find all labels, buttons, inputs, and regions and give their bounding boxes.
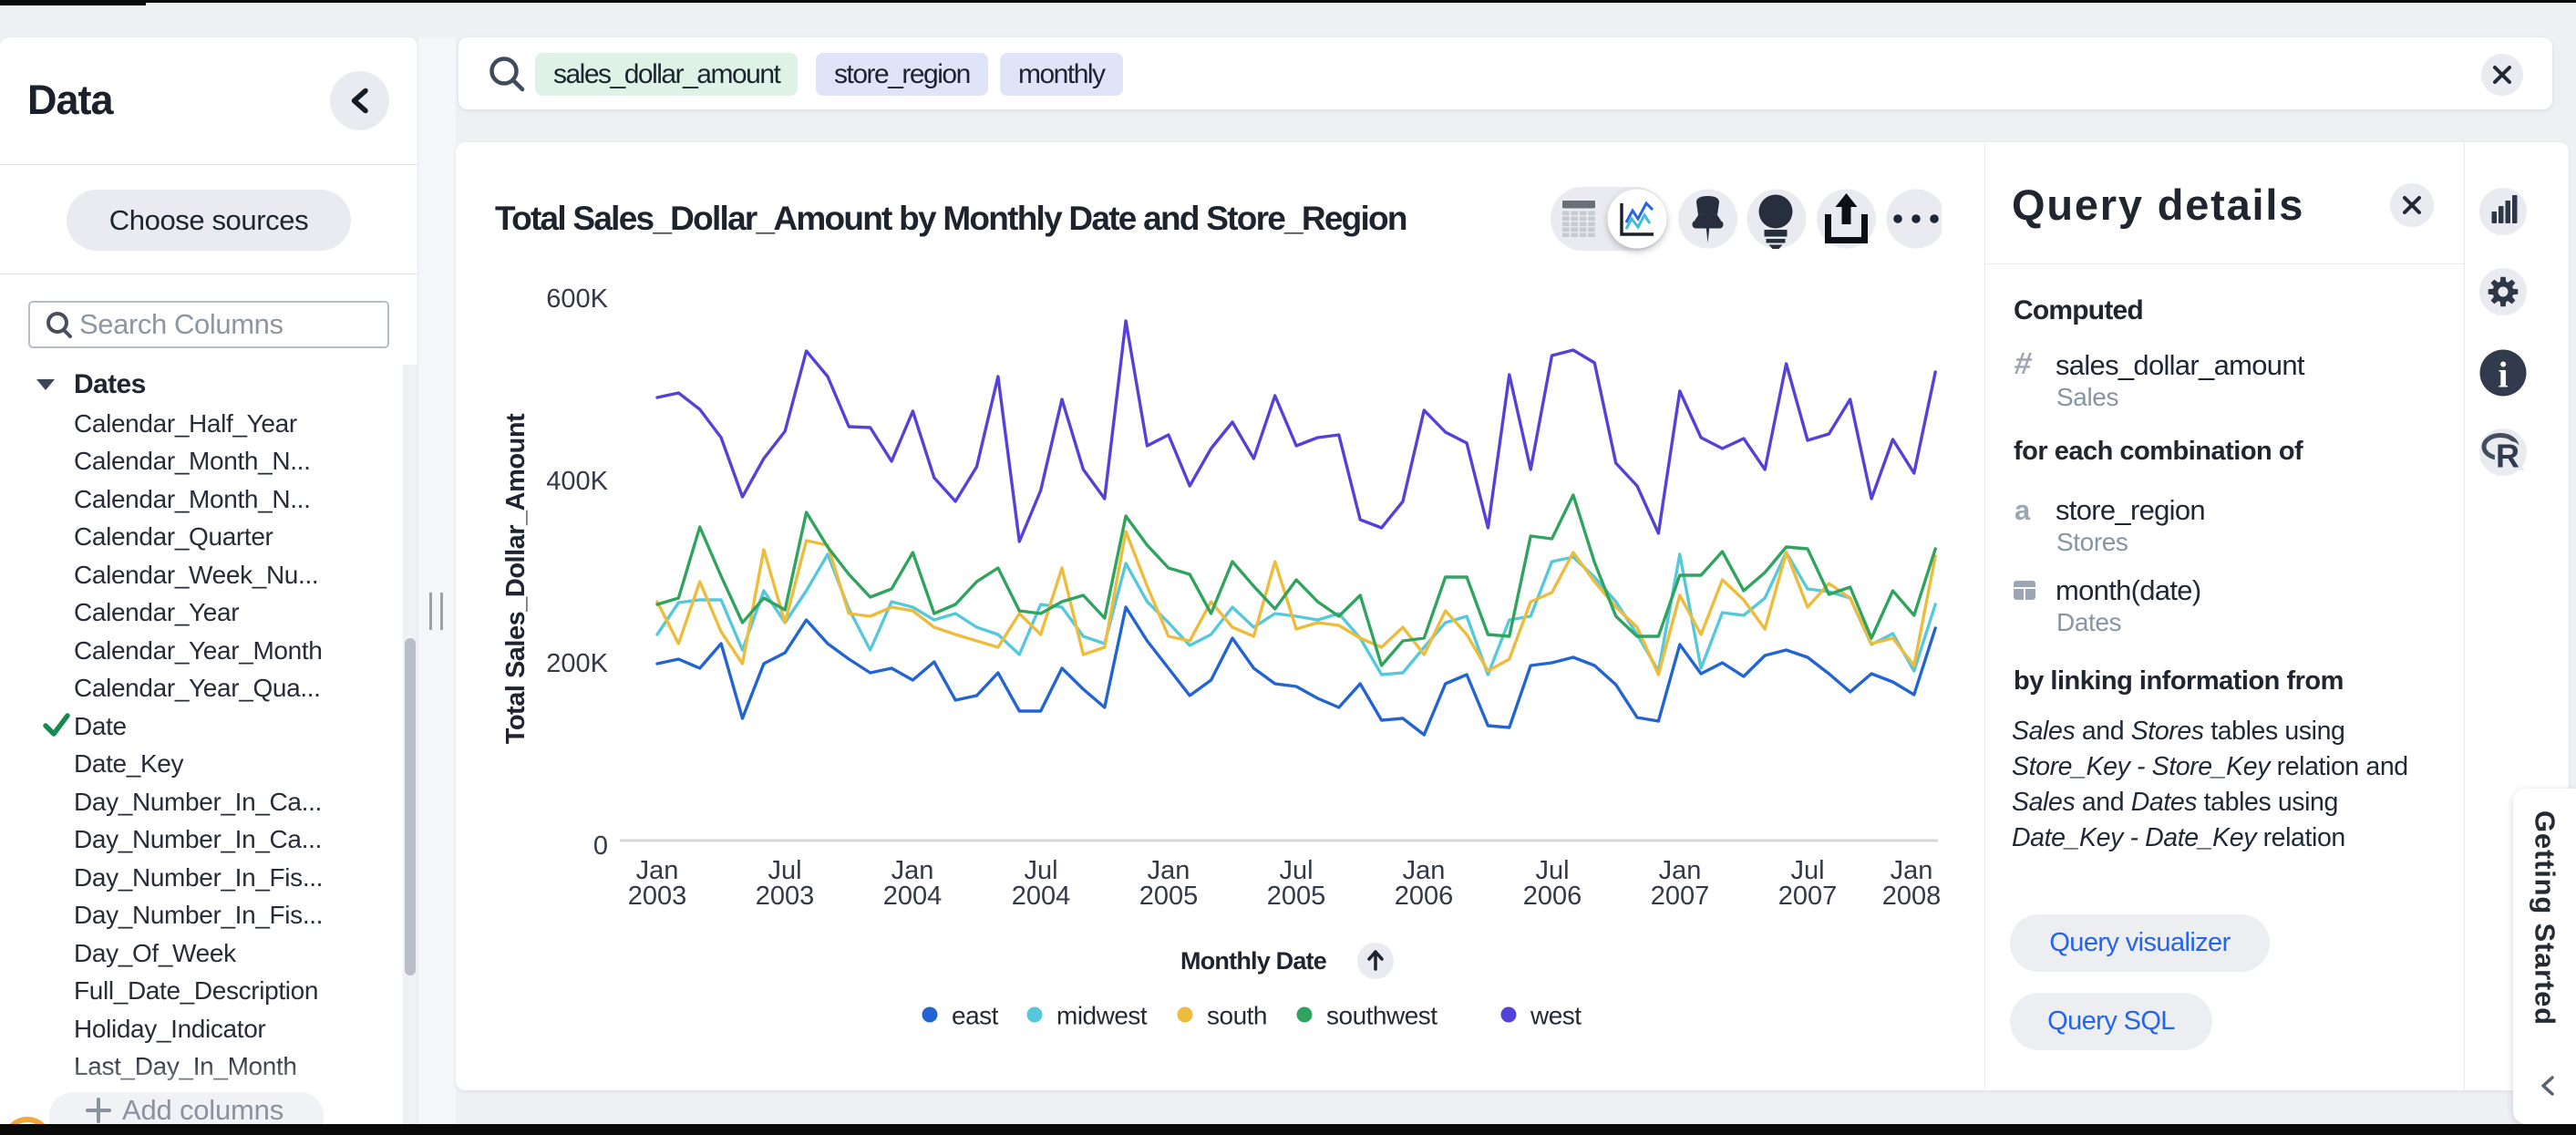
- svg-text:2003: 2003: [756, 882, 815, 911]
- svg-text:2004: 2004: [883, 882, 943, 911]
- svg-text:2004: 2004: [1012, 882, 1071, 911]
- svg-text:2007: 2007: [1778, 882, 1838, 911]
- svg-text:Monthly Date: Monthly Date: [1180, 947, 1327, 975]
- svg-text:2005: 2005: [1267, 882, 1326, 911]
- svg-text:R: R: [2496, 438, 2519, 475]
- svg-text:west: west: [1530, 1002, 1582, 1030]
- svg-text:600K: 600K: [546, 284, 608, 314]
- svg-text:2008: 2008: [1882, 882, 1942, 911]
- svg-text:200K: 200K: [546, 649, 608, 678]
- svg-text:south: south: [1207, 1002, 1267, 1030]
- svg-text:2006: 2006: [1395, 882, 1454, 911]
- svg-text:400K: 400K: [546, 467, 608, 496]
- svg-text:2007: 2007: [1651, 882, 1710, 911]
- svg-text:Total Sales_Dollar_Amount: Total Sales_Dollar_Amount: [501, 413, 531, 744]
- svg-text:i: i: [2498, 355, 2508, 396]
- svg-text:midwest: midwest: [1056, 1002, 1148, 1030]
- svg-text:0: 0: [593, 831, 608, 861]
- svg-text:2003: 2003: [628, 882, 687, 911]
- svg-text:southwest: southwest: [1326, 1002, 1437, 1030]
- svg-text:east: east: [952, 1002, 999, 1030]
- svg-text:2006: 2006: [1523, 882, 1582, 911]
- svg-text:2005: 2005: [1139, 882, 1199, 911]
